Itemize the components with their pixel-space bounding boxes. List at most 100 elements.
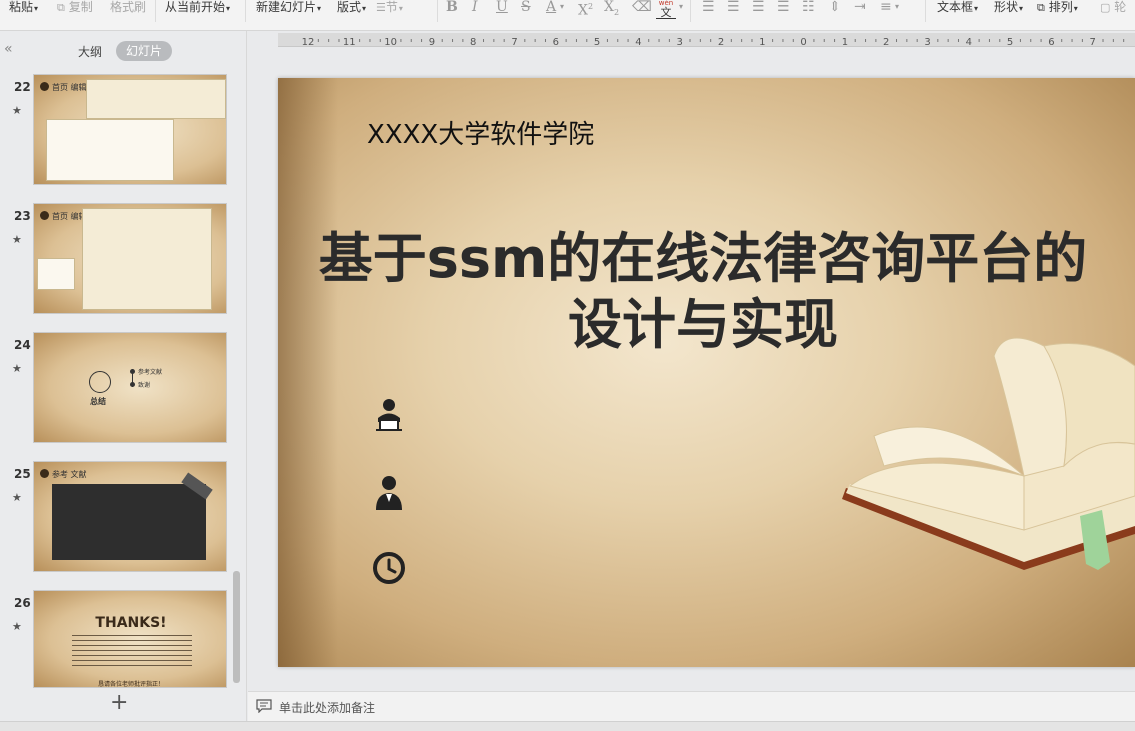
- current-slide[interactable]: XXXX大学软件学院 基于ssm的在线法律咨询平台的 设计与实现: [278, 78, 1135, 667]
- line-spacing-icon[interactable]: ⇕: [829, 0, 841, 14]
- businessman-icon[interactable]: [372, 474, 406, 510]
- ruler-label: 2: [718, 37, 724, 47]
- add-slide-button[interactable]: +: [110, 692, 128, 714]
- new-slide-label: 新建幻灯片: [256, 0, 317, 14]
- ruler-label: 8: [470, 37, 476, 47]
- section-button[interactable]: ☰节▾: [376, 0, 403, 14]
- slide-thumbnail[interactable]: 首页 编辑: [33, 203, 227, 314]
- slide-thumbnail[interactable]: 首页 编辑: [33, 74, 227, 185]
- ruler-label: 6: [553, 37, 559, 47]
- from-current-label: 从当前开始: [165, 0, 226, 14]
- subscript-icon[interactable]: X2: [604, 0, 619, 20]
- slide-thumbnail-item[interactable]: 24 ★ 总结 参考文献 致谢: [0, 332, 240, 444]
- font-color-dropdown-icon[interactable]: ▾: [560, 0, 564, 14]
- align-center-icon[interactable]: ☰: [727, 0, 740, 14]
- ruler-label: 4: [635, 37, 641, 47]
- underline-icon[interactable]: U: [496, 0, 508, 14]
- animation-star-icon: ★: [12, 362, 22, 375]
- copy-label: 复制: [68, 0, 93, 14]
- thumbnail-title: 总结: [90, 397, 106, 406]
- login-mockup: [37, 258, 75, 290]
- sidebar-scrollbar[interactable]: [233, 571, 240, 683]
- toolbar-divider: [690, 0, 691, 22]
- clock-icon[interactable]: [372, 550, 406, 586]
- ruler-label: 5: [594, 37, 600, 47]
- from-current-button[interactable]: 从当前开始▾: [165, 0, 230, 14]
- slide-panel: « 大纲 幻灯片 22 ★ 首页 编辑 23 ★ 首页 编辑 24 ★ 总结 参…: [0, 31, 247, 721]
- text-box-button[interactable]: 文本框▾: [937, 0, 978, 14]
- ruler-label: 11: [343, 37, 356, 47]
- ruler-label: 10: [384, 37, 397, 47]
- phonetic-dropdown-icon[interactable]: ▾: [679, 0, 683, 14]
- slide-thumbnail[interactable]: 参考 文献: [33, 461, 227, 572]
- slide-thumbnail-item[interactable]: 26 ★ THANKS! 恳请各位老师批评指正！: [0, 590, 240, 702]
- ruler-label: 3: [677, 37, 683, 47]
- clear-format-icon[interactable]: ⌫: [632, 0, 652, 14]
- form-mockup: [82, 208, 212, 310]
- layout-button[interactable]: 版式▾: [337, 0, 366, 14]
- copy-button[interactable]: ⧉ 复制: [57, 0, 93, 14]
- ruler-label: 1: [842, 37, 848, 47]
- animation-star-icon: ★: [12, 233, 22, 246]
- thumbnail-bullet: 参考文献: [138, 369, 163, 376]
- new-slide-button[interactable]: 新建幻灯片▾: [256, 0, 321, 14]
- slide-thumbnail-item[interactable]: 22 ★ 首页 编辑: [0, 74, 240, 186]
- thumbnail-footer: 恳请各位老师批评指正！: [97, 681, 164, 688]
- slide-thumbnail-item[interactable]: 25 ★ 参考 文献: [0, 461, 240, 573]
- strikethrough-icon[interactable]: S: [521, 0, 531, 14]
- shape-button[interactable]: 形状▾: [994, 0, 1023, 14]
- align-right-icon[interactable]: ☰: [752, 0, 765, 14]
- references-box: [52, 484, 206, 560]
- tab-outline[interactable]: 大纲: [78, 43, 102, 60]
- slide-thumbnail[interactable]: 总结 参考文献 致谢: [33, 332, 227, 443]
- align-left-icon[interactable]: ☰: [702, 0, 715, 14]
- outline-button[interactable]: ▢ 轮: [1100, 0, 1126, 14]
- school-name[interactable]: XXXX大学软件学院: [367, 114, 594, 151]
- slide-vignette: [278, 78, 338, 667]
- bold-icon[interactable]: B: [446, 0, 458, 14]
- distribute-icon[interactable]: ☷: [802, 0, 815, 14]
- slide-thumbnail-item[interactable]: 23 ★ 首页 编辑: [0, 203, 240, 315]
- ruler-label: 12: [302, 37, 315, 47]
- thumbnail-title: THANKS!: [95, 615, 167, 631]
- ruler-label: 7: [511, 37, 517, 47]
- superscript-icon[interactable]: X2: [578, 0, 593, 18]
- toolbar-divider: [245, 0, 246, 22]
- font-color-icon[interactable]: A: [546, 0, 556, 14]
- animation-star-icon: ★: [12, 491, 22, 504]
- arrange-icon: ⧉: [1037, 1, 1045, 14]
- ruler-label: 4: [966, 37, 972, 47]
- title-line-1: 基于ssm的在线法律咨询平台的: [318, 227, 1088, 290]
- justify-icon[interactable]: ☰: [777, 0, 790, 14]
- arrange-button[interactable]: ⧉ 排列▾: [1037, 0, 1078, 14]
- ribbon-toolbar: 粘贴▾ ⧉ 复制 格式刷 从当前开始▾ 新建幻灯片▾ 版式▾ ☰节▾ B I U…: [0, 0, 1135, 31]
- notes-bar[interactable]: 单击此处添加备注: [248, 691, 1135, 721]
- edit-icon: [40, 469, 49, 478]
- shape-label: 形状: [994, 0, 1019, 14]
- indent-icon[interactable]: ⇥: [854, 0, 866, 14]
- summary-circle-icon: [89, 371, 111, 393]
- notes-placeholder[interactable]: 单击此处添加备注: [279, 699, 375, 716]
- collapse-panel-icon[interactable]: «: [4, 41, 13, 57]
- phonetic-char: 文: [656, 7, 676, 19]
- thumbnail-title: 参考 文献: [52, 470, 87, 479]
- phonetic-guide-button[interactable]: wén 文: [656, 0, 676, 19]
- user-laptop-icon[interactable]: [372, 396, 406, 432]
- paste-button[interactable]: 粘贴▾: [9, 0, 38, 14]
- format-painter-label: 格式刷: [110, 0, 147, 14]
- toolbar-divider: [155, 0, 156, 22]
- slide-number: 25: [14, 467, 31, 481]
- italic-icon[interactable]: I: [472, 0, 478, 14]
- animation-star-icon: ★: [12, 620, 22, 633]
- animation-star-icon: ★: [12, 104, 22, 117]
- bullet-dot-icon: [130, 369, 135, 374]
- bullet-dot-icon: [130, 382, 135, 387]
- slide-number: 22: [14, 80, 31, 94]
- list-icon[interactable]: ≡: [880, 0, 892, 14]
- presentation-app: 粘贴▾ ⧉ 复制 格式刷 从当前开始▾ 新建幻灯片▾ 版式▾ ☰节▾ B I U…: [0, 0, 1135, 731]
- section-icon: ☰: [376, 1, 386, 14]
- format-painter-button[interactable]: 格式刷: [110, 0, 146, 14]
- list-dropdown-icon[interactable]: ▾: [895, 0, 899, 14]
- tab-slides[interactable]: 幻灯片: [116, 41, 172, 61]
- slide-thumbnail[interactable]: THANKS! 恳请各位老师批评指正！: [33, 590, 227, 688]
